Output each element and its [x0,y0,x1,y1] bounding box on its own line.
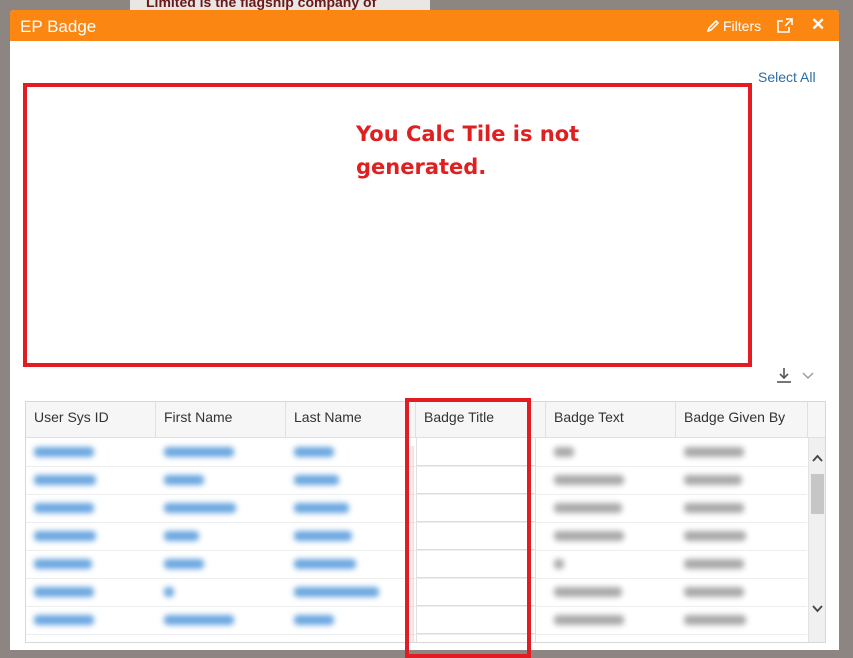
redacted-cell [164,559,204,569]
column-header-badge-given-by[interactable]: Badge Given By [676,402,808,437]
calc-tile-message: You Calc Tile is not generated. [356,122,580,179]
external-link-icon[interactable] [777,18,793,33]
filters-label: Filters [723,18,762,34]
column-header-user-sys-id[interactable]: User Sys ID [26,402,156,437]
column-header-first-name[interactable]: First Name [156,402,286,437]
redacted-cell [164,475,204,485]
badge-title-annotation-box [405,398,531,658]
redacted-cell [554,531,624,541]
download-button[interactable] [775,366,815,384]
redacted-cell [34,503,94,513]
chevron-down-icon[interactable] [801,370,815,380]
redacted-cell [684,503,744,513]
redacted-cell [554,503,622,513]
redacted-cell [294,615,334,625]
redacted-cell [684,559,744,569]
redacted-cell [684,615,746,625]
scroll-down-icon[interactable] [811,603,824,615]
pencil-icon [706,19,720,33]
redacted-cell [164,447,234,457]
column-header-last-name[interactable]: Last Name [286,402,416,437]
redacted-cell [554,447,574,457]
redacted-cell [554,587,622,597]
redacted-cell [294,587,379,597]
redacted-cell [684,587,744,597]
redacted-cell [34,475,96,485]
redacted-cell [164,503,236,513]
background-text: Limited is the flagship company of [146,0,377,10]
redacted-cell [34,531,96,541]
redacted-cell [294,447,334,457]
redacted-cell [294,531,352,541]
close-icon[interactable]: ✕ [811,16,825,34]
redacted-cell [554,475,624,485]
redacted-cell [164,587,174,597]
redacted-cell [34,559,92,569]
redacted-cell [34,587,94,597]
dialog-titlebar: EP Badge Filters ✕ [10,10,839,41]
dialog-title: EP Badge [20,17,97,36]
redacted-cell [554,559,564,569]
redacted-cell [164,615,234,625]
vertical-scrollbar[interactable] [808,438,825,642]
redacted-cell [554,615,624,625]
redacted-cell [294,559,356,569]
redacted-cell [164,531,199,541]
column-header-badge-text[interactable]: Badge Text [546,402,676,437]
redacted-cell [294,503,349,513]
scroll-up-icon[interactable] [811,452,824,464]
scrollbar-thumb[interactable] [811,474,824,514]
filters-button[interactable]: Filters [706,17,761,35]
redacted-cell [684,447,744,457]
redacted-cell [34,447,94,457]
select-all-link[interactable]: Select All [758,69,816,85]
redacted-cell [34,615,94,625]
redacted-cell [684,531,746,541]
download-icon [777,368,791,383]
redacted-cell [294,475,339,485]
redacted-cell [684,475,742,485]
